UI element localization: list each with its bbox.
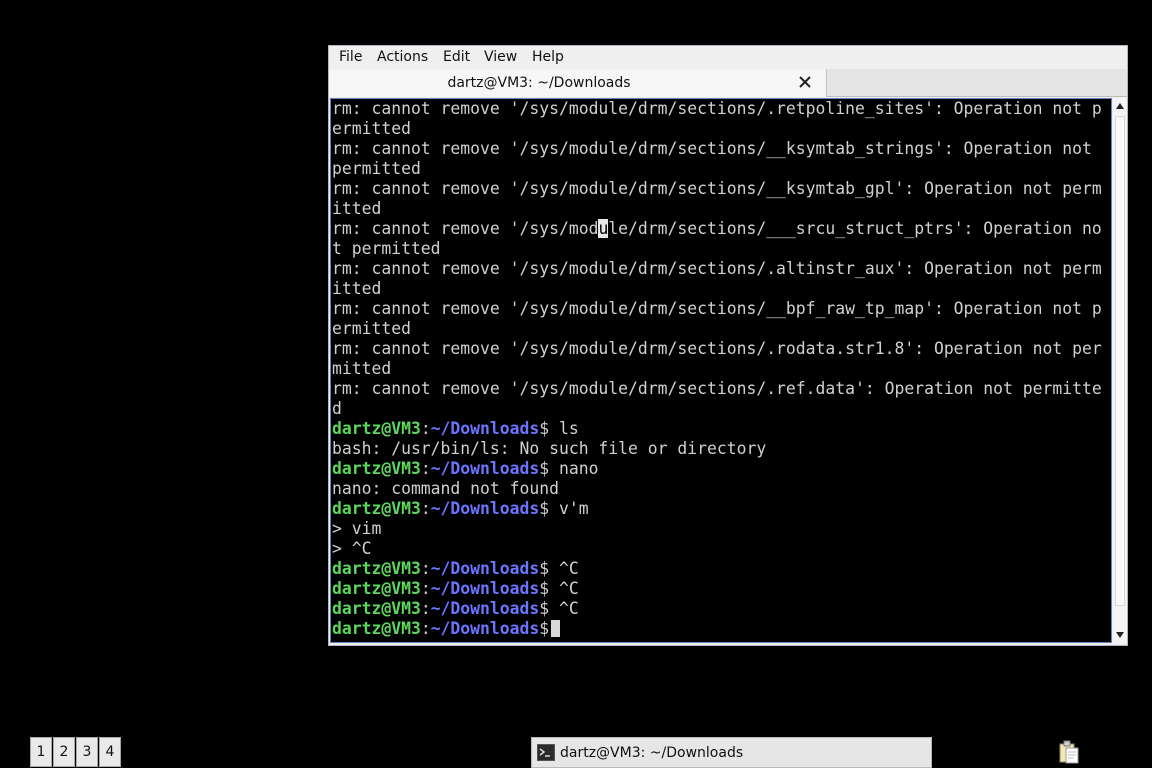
close-icon[interactable] [797,74,813,90]
output-line: ermitted [332,319,411,338]
terminal-text: rm: cannot remove '/sys/module/drm/secti… [332,99,1102,639]
clipboard-icon[interactable] [1058,740,1080,764]
scrollbar[interactable] [1113,98,1127,643]
output-line: nano: command not found [332,479,559,498]
menu-help[interactable]: Help [532,49,564,66]
menu-view[interactable]: View [484,49,517,66]
prompt-line: dartz@VM3:~/Downloads$ ^C [332,579,579,598]
taskbar-window-button[interactable]: dartz@VM3: ~/Downloads [531,737,932,768]
output-line: t permitted [332,239,441,258]
prompt-line: dartz@VM3:~/Downloads$ v'm [332,499,589,518]
output-line: itted [332,279,382,298]
menu-edit[interactable]: Edit [443,49,470,66]
output-line: rm: cannot remove '/sys/module/drm/secti… [332,339,1102,358]
menu-bar: File Actions Edit View Help [329,46,1127,69]
output-line: ermitted [332,119,411,138]
desktop-button-2[interactable]: 2 [53,737,75,767]
output-line: rm: cannot remove '/sys/module/drm/secti… [332,259,1102,278]
prompt-line: dartz@VM3:~/Downloads$ ls [332,419,579,438]
prompt-line: dartz@VM3:~/Downloads$ nano [332,459,599,478]
terminal-window: File Actions Edit View Help dartz@VM3: ~… [328,45,1128,646]
menu-actions[interactable]: Actions [377,49,428,66]
output-line: rm: cannot remove '/sys/module/drm/secti… [332,379,1102,398]
output-line: permitted [332,159,421,178]
output-line: bash: /usr/bin/ls: No such file or direc… [332,439,767,458]
output-line: rm: cannot remove '/sys/module/drm/secti… [332,139,1092,158]
tab-terminal[interactable]: dartz@VM3: ~/Downloads [329,69,827,97]
desktop-button-4[interactable]: 4 [99,737,121,767]
prompt-line: dartz@VM3:~/Downloads$ [332,619,561,638]
desktop-button-3[interactable]: 3 [76,737,98,767]
output-line: itted [332,199,382,218]
tab-title: dartz@VM3: ~/Downloads [447,75,631,91]
scroll-down-arrow-icon[interactable] [1115,630,1125,640]
menu-file[interactable]: File [339,49,362,66]
output-line: rm: cannot remove '/sys/module/drm/secti… [332,179,1102,198]
output-line: rm: cannot remove '/sys/module/drm/secti… [332,99,1102,118]
terminal-icon [537,744,555,761]
output-line: d [332,399,342,418]
selection-highlight: u [598,219,609,238]
output-line: mitted [332,359,392,378]
scroll-up-arrow-icon[interactable] [1115,101,1125,111]
terminal-output[interactable]: rm: cannot remove '/sys/module/drm/secti… [330,98,1112,643]
prompt-line: dartz@VM3:~/Downloads$ ^C [332,599,579,618]
output-line: > vim [332,519,382,538]
taskbar-window-label: dartz@VM3: ~/Downloads [560,745,744,761]
text-cursor [551,620,561,637]
prompt-line: dartz@VM3:~/Downloads$ ^C [332,559,579,578]
output-line: rm: cannot remove '/sys/module/drm/secti… [332,219,1102,238]
desktop-button-1[interactable]: 1 [30,737,52,767]
output-line: rm: cannot remove '/sys/module/drm/secti… [332,299,1102,318]
scroll-thumb[interactable] [1115,116,1125,606]
output-line: > ^C [332,539,372,558]
tab-bar: dartz@VM3: ~/Downloads [329,69,1127,97]
